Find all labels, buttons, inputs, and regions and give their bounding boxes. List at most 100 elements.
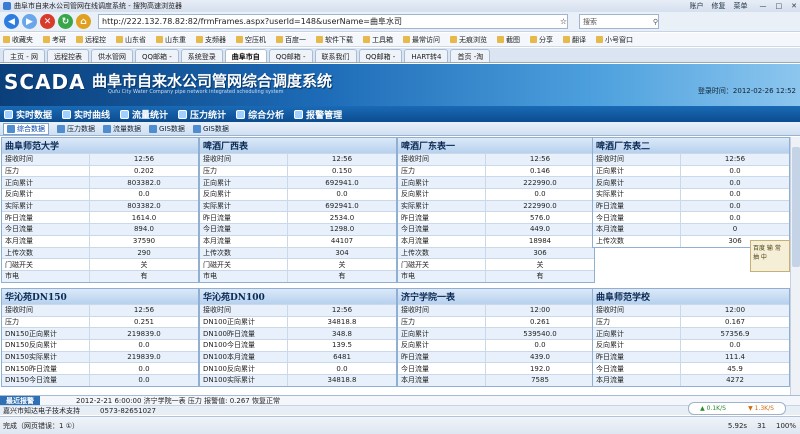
row-label: 昨日流量 — [200, 212, 288, 224]
fav-item[interactable]: 截图 — [497, 35, 520, 45]
fav-item[interactable]: 最常访问 — [403, 35, 440, 45]
browser-tab[interactable]: QQ邮箱 - — [358, 49, 403, 62]
row-value: 0.0 — [138, 376, 150, 385]
table-row: 上传次数 306 — [398, 246, 594, 259]
fav-item[interactable]: 分享 — [530, 35, 553, 45]
row-label: 今日流量 — [593, 363, 681, 375]
star-icon[interactable]: ☆ — [560, 17, 567, 26]
table-row: 接收时间 12:56 — [593, 153, 789, 165]
menu-pressure-stats[interactable]: 压力统计 — [178, 108, 226, 121]
menu-alarm[interactable]: 报警管理 — [294, 108, 342, 121]
flow-icon — [120, 109, 130, 119]
url-text[interactable]: http://222.132.78.82:82/frmFrames.aspx?u… — [102, 16, 560, 27]
fav-item[interactable]: 远程控 — [76, 35, 106, 45]
fav-item[interactable]: 翻译 — [563, 35, 586, 45]
table-row: 本月流量 37590 — [2, 234, 198, 247]
station-title: 济宁学院一表 — [398, 289, 594, 304]
row-value: 有 — [536, 272, 544, 281]
row-value: 12:00 — [529, 306, 551, 315]
data-icon — [57, 124, 65, 133]
fav-item[interactable]: 小号窗口 — [596, 35, 633, 45]
fav-item[interactable]: 工具箱 — [363, 35, 393, 45]
row-label: 接收时间 — [398, 154, 486, 165]
stop-button[interactable]: ✕ — [40, 14, 55, 29]
address-bar[interactable]: http://222.132.78.82:82/frmFrames.aspx?u… — [98, 14, 568, 29]
fav-item[interactable]: 山东省 — [116, 35, 146, 45]
menu-link[interactable]: 菜单 — [734, 1, 748, 11]
repair-link[interactable]: 修复 — [712, 1, 726, 11]
vertical-scrollbar[interactable] — [790, 137, 800, 395]
fav-item[interactable]: 收藏夹 — [3, 35, 33, 45]
data-icon — [7, 124, 15, 133]
station-table: 接收时间 12:56 正向累计 0.0 反向累计 0.0 实际累计 0.0 昨日流量 0.0 今日流… — [593, 153, 789, 247]
ime-widget[interactable]: 百度 输 常 抽 中 — [750, 240, 790, 272]
browser-tab-active[interactable]: 曲阜市自 — [224, 49, 267, 62]
subtab-flow[interactable]: 流量数据 — [103, 124, 141, 134]
maximize-button[interactable]: □ — [773, 2, 786, 10]
fav-item[interactable]: 考研 — [43, 35, 66, 45]
browser-tab[interactable]: 系统登录 — [180, 49, 223, 62]
row-value: 0.0 — [534, 341, 546, 350]
browser-tab[interactable]: QQ邮箱 - — [268, 49, 313, 62]
account-link[interactable]: 账户 — [690, 1, 704, 11]
row-label: 接收时间 — [593, 154, 681, 165]
table-row: 反向累计 0.0 — [593, 339, 789, 351]
upload-value: 0.1K/S — [706, 405, 726, 412]
search-icon[interactable]: ⚲ — [653, 18, 658, 26]
row-value: 803382.0 — [127, 202, 161, 211]
row-label: 上传次数 — [593, 235, 681, 247]
search-box[interactable]: 搜索 ⚲ — [579, 14, 659, 29]
row-label: 昨日流量 — [593, 351, 681, 363]
table-row: 市电 有 — [200, 269, 396, 282]
status-text: 完成（网页错误：1 ①） — [3, 421, 79, 430]
table-row: 接收时间 12:56 — [200, 304, 396, 316]
back-button[interactable]: ◀ — [4, 14, 19, 29]
menu-analysis[interactable]: 综合分析 — [236, 108, 284, 121]
row-label: 本月流量 — [2, 235, 90, 247]
row-label: 正向累计 — [398, 328, 486, 340]
scrollbar-thumb[interactable] — [792, 147, 800, 267]
row-label: 正向累计 — [398, 177, 486, 189]
minimize-button[interactable]: — — [757, 2, 770, 10]
row-label: 本月流量 — [593, 224, 681, 235]
table-row: 反向累计 0.0 — [593, 176, 789, 189]
browser-tab[interactable]: QQ邮箱 - — [134, 49, 179, 62]
network-speed: ▲ 0.1K/S ▼ 1.3K/S — [688, 402, 786, 415]
browser-tab[interactable]: HART转4 — [404, 49, 449, 62]
fav-item[interactable]: 支频器 — [196, 35, 226, 45]
home-button[interactable]: ⌂ — [76, 14, 91, 29]
zoom-level[interactable]: 100% — [776, 422, 796, 430]
browser-tab[interactable]: 联系我们 — [314, 49, 357, 62]
station-panel: 啤酒厂西表 接收时间 12:56 压力 0.150 正向累计 692941.0 反向累计 0.0… — [199, 137, 397, 283]
subtab-gis[interactable]: GIS数据 — [149, 124, 185, 134]
forward-button[interactable]: ▶ — [22, 14, 37, 29]
row-label: 市电 — [2, 270, 90, 282]
row-label: DN100实际累计 — [200, 375, 288, 386]
row-label: 本月流量 — [593, 375, 681, 386]
fav-item[interactable]: 空压机 — [236, 35, 266, 45]
close-button[interactable]: ✕ — [788, 2, 800, 10]
row-label: 门磁开关 — [200, 259, 288, 270]
table-row: DN100今日流量 139.5 — [200, 339, 396, 351]
row-label: 上传次数 — [200, 247, 288, 259]
table-row: 门磁开关 关 — [200, 258, 396, 270]
subtab-combined[interactable]: 综合数据 — [3, 122, 49, 135]
fav-item[interactable]: 百度一 — [276, 35, 306, 45]
refresh-button[interactable]: ↻ — [58, 14, 73, 29]
fav-item[interactable]: 软件下载 — [316, 35, 353, 45]
browser-tab[interactable]: 远程控表 — [46, 49, 89, 62]
recent-alarm-tab[interactable]: 最近报警 — [0, 395, 40, 406]
menu-flow-stats[interactable]: 流量统计 — [120, 108, 168, 121]
menu-realtime-data[interactable]: 实时数据 — [4, 108, 52, 121]
browser-tab[interactable]: 首页 -淘 — [450, 49, 491, 62]
fav-item[interactable]: 无痕浏览 — [450, 35, 487, 45]
search-input[interactable]: 搜索 — [583, 17, 653, 27]
row-value: 0.0 — [729, 213, 741, 222]
subtab-pressure[interactable]: 压力数据 — [57, 124, 95, 134]
menu-realtime-curve[interactable]: 实时曲线 — [62, 108, 110, 121]
fav-item[interactable]: 山东重 — [156, 35, 186, 45]
subtab-label: GIS数据 — [159, 124, 185, 133]
subtab-gis-2[interactable]: GIS数据 — [192, 124, 229, 134]
browser-tab[interactable]: 主页 - 网 — [3, 49, 45, 62]
browser-tab[interactable]: 供水管网 — [90, 49, 133, 62]
